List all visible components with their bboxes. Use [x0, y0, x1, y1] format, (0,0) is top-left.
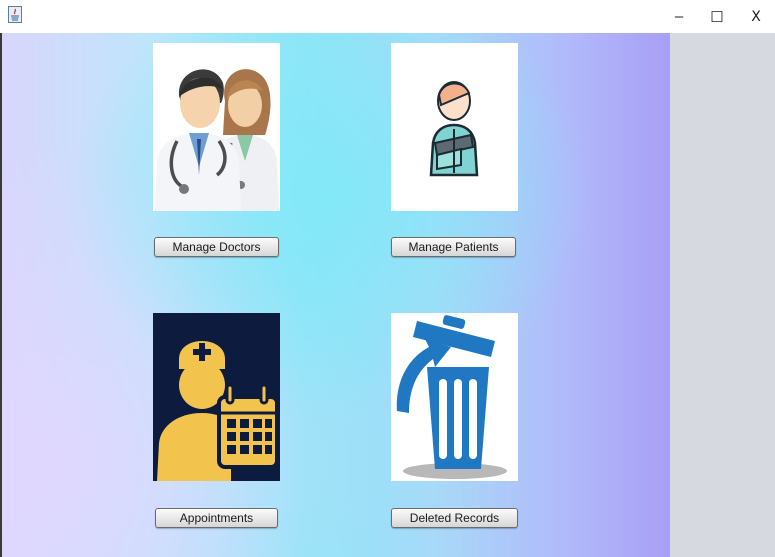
doctors-icon	[153, 43, 280, 211]
java-app-icon	[8, 6, 22, 23]
title-bar: – ☐ X	[0, 0, 775, 33]
close-button[interactable]: X	[736, 0, 775, 33]
appointment-calendar-icon	[153, 313, 280, 481]
patient-icon	[391, 43, 518, 211]
main-panel	[2, 33, 670, 557]
recycle-bin-icon	[391, 313, 518, 481]
manage-doctors-button[interactable]: Manage Doctors	[154, 237, 279, 257]
minimize-button[interactable]: –	[659, 0, 699, 33]
deleted-records-button[interactable]: Deleted Records	[391, 508, 518, 528]
side-panel	[670, 33, 775, 557]
maximize-button[interactable]: ☐	[697, 0, 737, 33]
appointments-button[interactable]: Appointments	[155, 508, 278, 528]
manage-patients-button[interactable]: Manage Patients	[391, 237, 516, 257]
